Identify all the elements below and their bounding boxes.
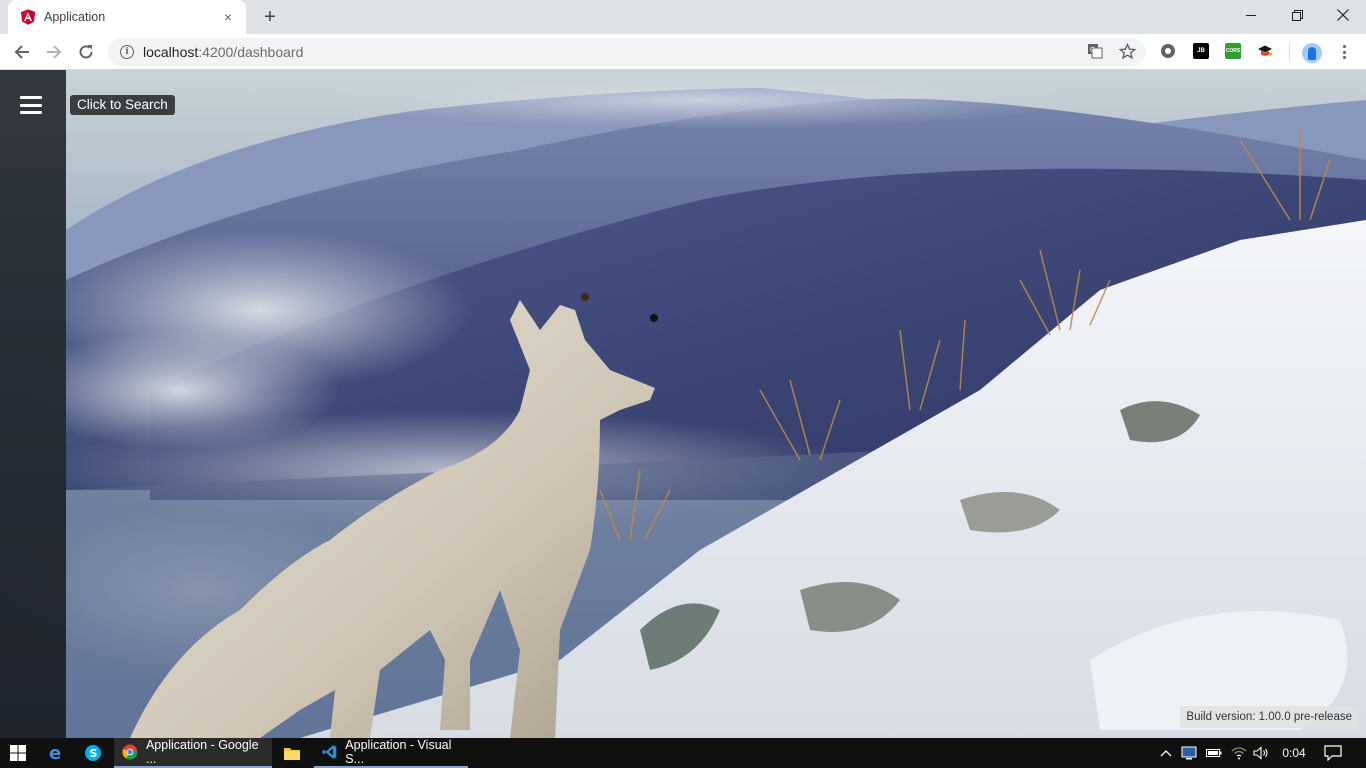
side-nav (0, 70, 66, 738)
page-viewport: Click to Search Build version: 1.00.0 pr… (0, 70, 1366, 738)
skype-taskbar-button[interactable]: S (75, 738, 111, 768)
menu-hamburger-icon[interactable] (20, 96, 42, 114)
site-info-icon[interactable]: i (120, 45, 134, 59)
battery-icon (1206, 749, 1222, 757)
toolbar-separator (1289, 44, 1290, 60)
browser-tab[interactable]: Application × (8, 0, 246, 34)
url-path: :4200/dashboard (198, 44, 304, 60)
jb-extension-icon[interactable]: JB (1193, 43, 1209, 59)
restore-button[interactable] (1274, 0, 1320, 30)
action-center-button[interactable] (1318, 738, 1348, 768)
clock[interactable]: 0:04 (1276, 738, 1312, 768)
background-landscape-image (0, 70, 1366, 738)
close-icon (1337, 9, 1349, 21)
browser-toolbar: i localhost:4200/dashboard G JB CORS (0, 34, 1366, 70)
address-bar[interactable]: i localhost:4200/dashboard (108, 38, 1146, 66)
angular-icon (21, 9, 35, 25)
svg-text:e: e (49, 744, 61, 762)
vscode-icon (322, 745, 337, 759)
tab-title: Application (44, 10, 106, 24)
bookmark-star-icon[interactable] (1118, 42, 1136, 60)
arrow-left-icon (14, 45, 29, 59)
restore-icon (1291, 9, 1303, 21)
browser-tab-strip: Application × + (0, 0, 1366, 34)
start-button[interactable] (0, 738, 36, 768)
windows-logo-icon (10, 745, 26, 761)
chevron-up-icon (1160, 750, 1172, 757)
volume-button[interactable] (1250, 738, 1272, 768)
tab-close-button[interactable]: × (220, 9, 236, 25)
monitor-icon (1181, 746, 1197, 760)
battery-button[interactable] (1203, 738, 1225, 768)
svg-text:S: S (90, 747, 98, 760)
profile-avatar[interactable] (1302, 43, 1322, 63)
edge-icon: e (49, 744, 61, 762)
vscode-task-button[interactable]: Application - Visual S... (314, 738, 468, 768)
tray-app-button[interactable] (1178, 738, 1200, 768)
translate-icon[interactable]: G (1086, 42, 1104, 60)
chrome-task-button[interactable]: Application - Google ... (114, 738, 272, 768)
file-explorer-taskbar-button[interactable] (274, 738, 310, 768)
close-window-button[interactable] (1320, 0, 1366, 30)
browser-menu-button[interactable] (1336, 43, 1352, 61)
build-version-label: Build version: 1.00.0 pre-release (1180, 706, 1358, 728)
edge-taskbar-button[interactable]: e (38, 738, 74, 768)
minimize-button[interactable] (1228, 0, 1274, 30)
graduation-cap-extension-icon[interactable] (1257, 43, 1273, 59)
speaker-icon (1253, 746, 1268, 760)
notification-icon (1324, 745, 1342, 761)
skype-icon: S (85, 745, 101, 761)
reload-icon (79, 45, 93, 59)
chrome-task-label: Application - Google ... (145, 738, 259, 766)
wifi-button[interactable] (1228, 738, 1250, 768)
forward-button[interactable] (42, 40, 66, 64)
chrome-icon (122, 744, 138, 760)
new-tab-button[interactable]: + (258, 6, 282, 28)
tray-overflow-button[interactable] (1156, 738, 1176, 768)
search-tooltip[interactable]: Click to Search (70, 95, 175, 115)
cors-extension-icon[interactable]: CORS (1225, 43, 1241, 59)
url-host: localhost (143, 44, 199, 60)
reload-button[interactable] (74, 40, 98, 64)
globe-extension-icon[interactable] (1160, 43, 1176, 59)
folder-icon (284, 748, 300, 760)
svg-text:G: G (1090, 46, 1095, 54)
vscode-task-label: Application - Visual S... (345, 738, 452, 766)
back-button[interactable] (10, 40, 34, 64)
windows-taskbar: e S Application - Google ... Application… (0, 738, 1366, 768)
wifi-icon (1231, 747, 1247, 760)
arrow-right-icon (47, 45, 62, 59)
minimize-icon (1245, 14, 1256, 16)
